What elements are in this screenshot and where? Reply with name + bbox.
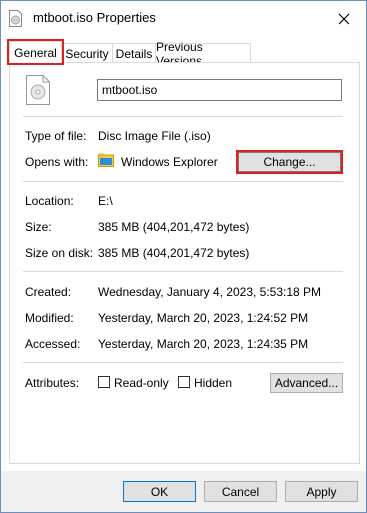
windows-explorer-icon <box>98 153 114 167</box>
type-label: Type of file: <box>25 129 87 143</box>
tab-previous-versions[interactable]: Previous Versions <box>155 40 251 68</box>
close-button[interactable] <box>322 1 366 37</box>
tab-security[interactable]: Security <box>61 43 113 63</box>
location-label: Location: <box>25 194 74 208</box>
properties-window: mtboot.iso Properties General Security D… <box>0 0 367 513</box>
change-button[interactable]: Change... <box>238 152 341 172</box>
size-label: Size: <box>25 220 52 234</box>
separator <box>23 181 343 182</box>
ok-button[interactable]: OK <box>123 481 196 502</box>
opens-with-label: Opens with: <box>25 155 89 169</box>
hidden-checkbox[interactable] <box>178 376 190 388</box>
accessed-value: Yesterday, March 20, 2023, 1:24:35 PM <box>98 337 309 351</box>
type-value: Disc Image File (.iso) <box>98 129 211 143</box>
readonly-checkbox[interactable] <box>98 376 110 388</box>
size-on-disk-label: Size on disk: <box>25 246 94 260</box>
created-label: Created: <box>25 285 72 299</box>
file-name-input[interactable] <box>97 79 342 101</box>
size-on-disk-value: 385 MB (404,201,472 bytes) <box>98 246 250 260</box>
tab-general[interactable]: General <box>7 39 64 65</box>
disc-file-icon <box>26 75 50 105</box>
close-icon <box>338 13 350 25</box>
general-panel <box>9 62 360 464</box>
disc-file-icon <box>9 10 22 27</box>
title-bar[interactable]: mtboot.iso Properties <box>1 1 366 37</box>
accessed-label: Accessed: <box>25 337 81 351</box>
created-value: Wednesday, January 4, 2023, 5:53:18 PM <box>98 285 322 299</box>
modified-value: Yesterday, March 20, 2023, 1:24:52 PM <box>98 311 309 325</box>
readonly-label[interactable]: Read-only <box>114 376 169 390</box>
advanced-button[interactable]: Advanced... <box>270 373 343 393</box>
separator <box>23 362 343 363</box>
cancel-button[interactable]: Cancel <box>204 481 277 502</box>
attributes-label: Attributes: <box>25 376 80 390</box>
apply-button[interactable]: Apply <box>285 481 358 502</box>
window-title: mtboot.iso Properties <box>33 10 156 25</box>
size-value: 385 MB (404,201,472 bytes) <box>98 220 250 234</box>
hidden-label[interactable]: Hidden <box>194 376 232 390</box>
separator <box>23 271 343 272</box>
modified-label: Modified: <box>25 311 74 325</box>
location-value: E:\ <box>98 194 113 208</box>
separator <box>23 116 343 117</box>
tab-details[interactable]: Details <box>112 43 156 63</box>
opens-with-value: Windows Explorer <box>121 155 218 169</box>
